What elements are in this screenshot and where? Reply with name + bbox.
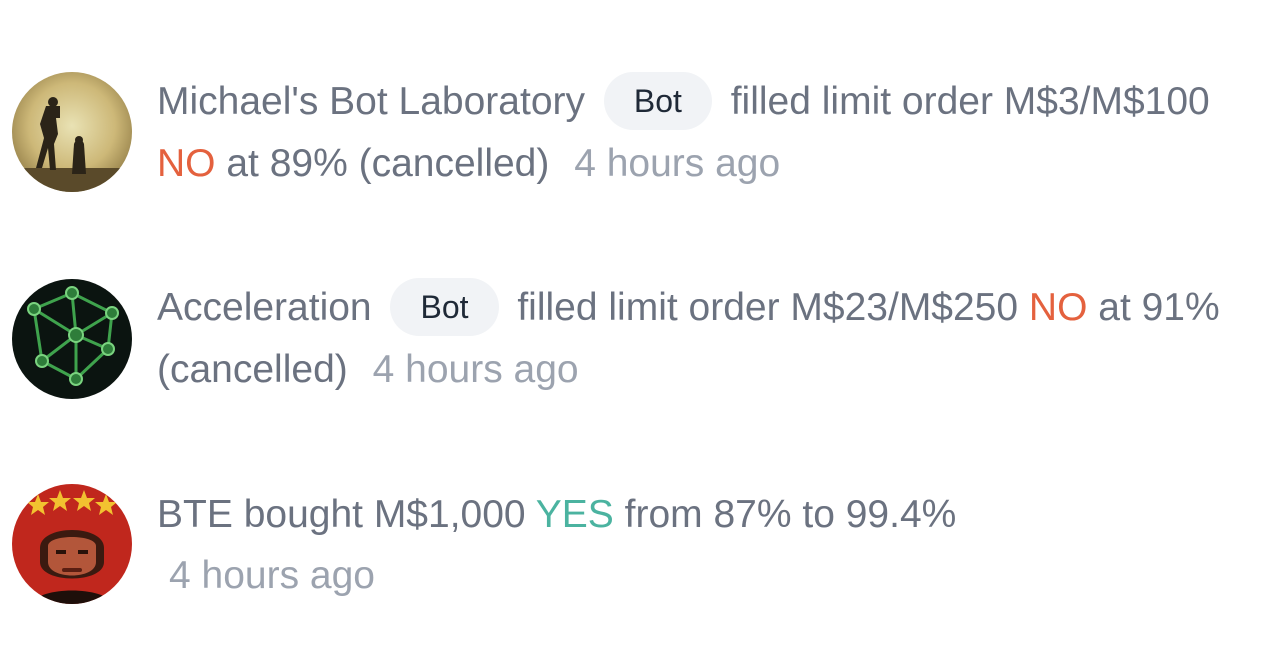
feed-item-text: Michael's Bot Laboratory Bot filled limi… [157,71,1262,195]
activity-feed: Michael's Bot Laboratory Bot filled limi… [0,0,1284,649]
details-text: at 89% (cancelled) [226,142,550,185]
bot-badge: Bot [390,277,499,336]
feed-item-text: Acceleration Bot filled limit order M$23… [157,277,1262,401]
timestamp: 4 hours ago [169,554,375,597]
green-network-avatar[interactable] [12,279,132,399]
outcome-label: NO [157,142,216,185]
outcome-label: NO [1028,286,1088,329]
outcome-label: YES [535,493,614,536]
feed-item-text: BTE bought M$1,000 YES from 87% to 99.4%… [157,484,1262,606]
red-stars-portrait-icon [12,484,132,604]
user-link[interactable]: BTE [157,493,233,536]
timestamp: 4 hours ago [574,142,781,185]
action-text: filled limit order M$23/M$250 [517,286,1019,329]
robot-silhouette-avatar[interactable] [12,72,132,192]
robot-silhouette-icon [12,72,132,192]
details-text: from 87% to 99.4% [624,493,957,536]
user-link[interactable]: Michael's Bot Laboratory [157,80,585,123]
action-text: filled limit order M$3/M$100 [730,80,1210,123]
user-link[interactable]: Acceleration [157,286,372,329]
red-stars-portrait-avatar[interactable] [12,484,132,604]
action-text: bought M$1,000 [243,493,526,536]
bot-badge: Bot [603,71,712,130]
timestamp: 4 hours ago [372,348,579,391]
green-network-icon [12,279,132,399]
